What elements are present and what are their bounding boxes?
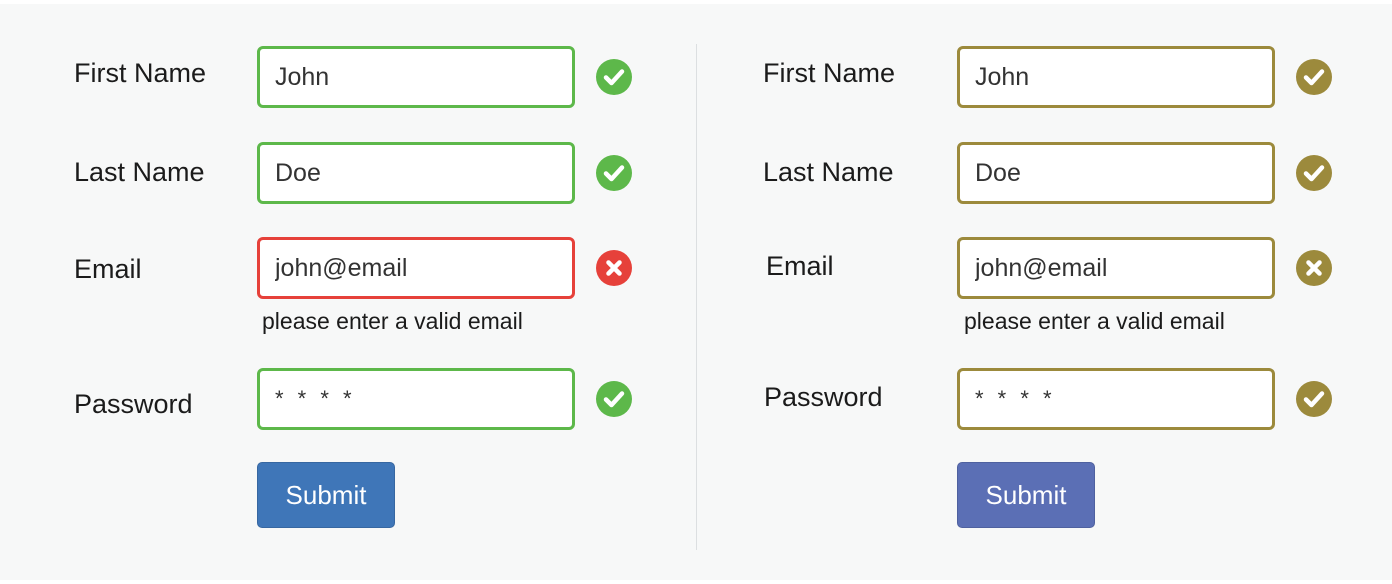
password-input[interactable]: [257, 368, 575, 430]
password-label: Password: [764, 382, 883, 412]
password-input[interactable]: [957, 368, 1275, 430]
last-name-input[interactable]: [257, 142, 575, 204]
check-circle-icon: [1296, 155, 1332, 191]
email-label: Email: [766, 251, 834, 281]
password-label: Password: [74, 389, 193, 419]
submit-button[interactable]: Submit: [957, 462, 1095, 528]
submit-button-label: Submit: [985, 479, 1067, 510]
email-input[interactable]: [257, 237, 575, 299]
check-circle-icon: [596, 59, 632, 95]
form-divider: [696, 44, 697, 550]
email-error-message: please enter a valid email: [964, 308, 1225, 334]
last-name-input[interactable]: [957, 142, 1275, 204]
last-name-label: Last Name: [74, 157, 205, 187]
email-input[interactable]: [957, 237, 1275, 299]
first-name-label: First Name: [74, 58, 207, 88]
check-circle-icon: [596, 381, 632, 417]
first-name-label: First Name: [763, 58, 896, 88]
first-name-input[interactable]: [957, 46, 1275, 108]
email-error-message: please enter a valid email: [262, 308, 523, 334]
email-label: Email: [74, 254, 142, 284]
last-name-label: Last Name: [763, 157, 894, 187]
submit-button-label: Submit: [285, 479, 367, 510]
error-circle-icon: [1296, 250, 1332, 286]
check-circle-icon: [1296, 59, 1332, 95]
first-name-input[interactable]: [257, 46, 575, 108]
check-circle-icon: [596, 155, 632, 191]
submit-button[interactable]: Submit: [257, 462, 395, 528]
error-circle-icon: [596, 250, 632, 286]
check-circle-icon: [1296, 381, 1332, 417]
